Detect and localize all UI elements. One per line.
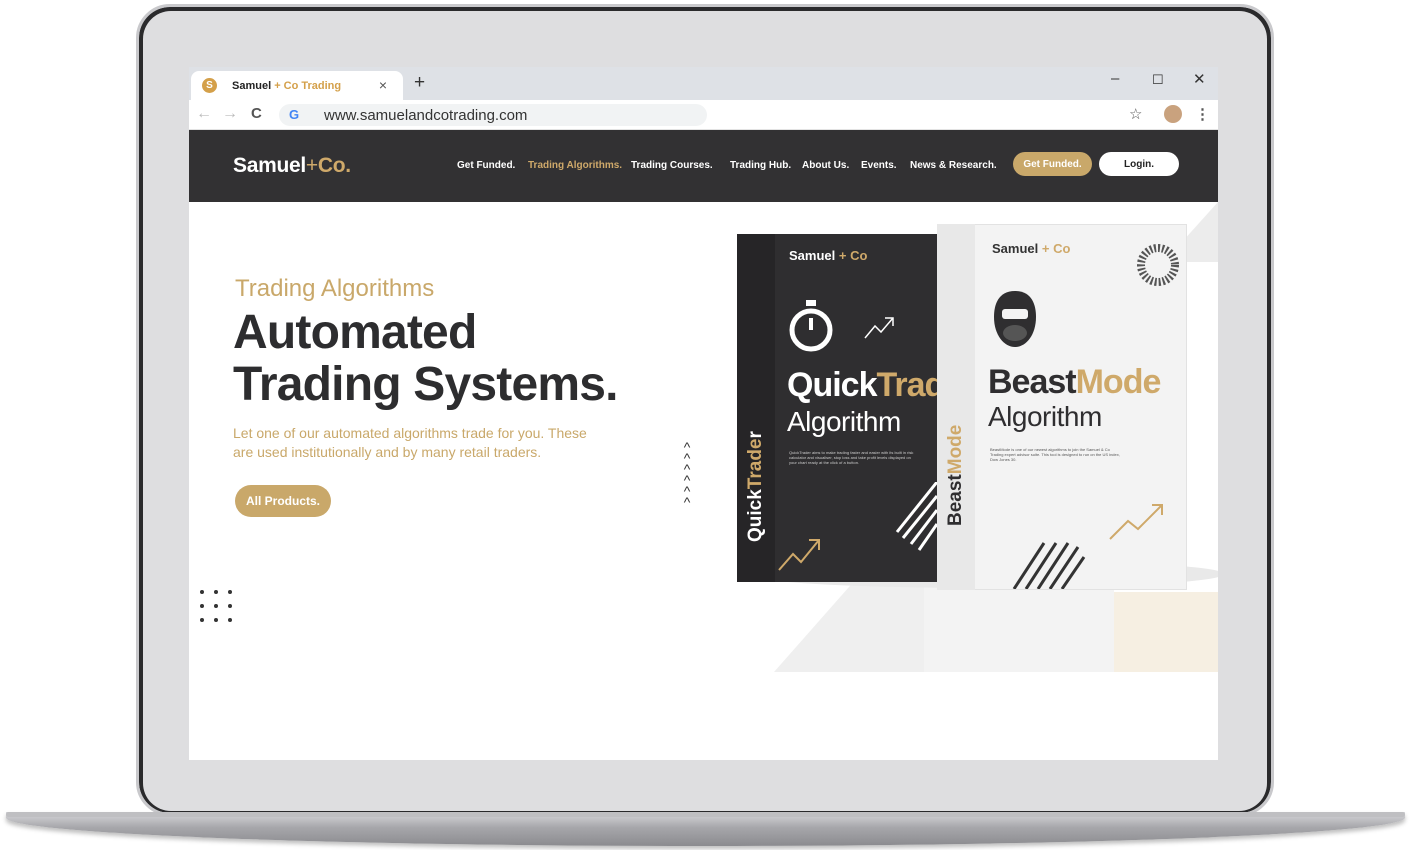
nav-get-funded[interactable]: Get Funded.: [457, 160, 515, 171]
maximize-button[interactable]: ☐: [1152, 72, 1164, 88]
nav-trading-courses[interactable]: Trading Courses.: [631, 160, 713, 171]
trend-up-icon: [864, 317, 894, 339]
bm-brand-main: Samuel: [992, 241, 1039, 256]
tab-samuel-co[interactable]: S Samuel + Co Trading ×: [191, 71, 403, 100]
forward-arrow-icon[interactable]: →: [222, 105, 238, 123]
hatched-ring-icon: [1137, 244, 1179, 286]
beastmode-spine: BeastMode: [937, 224, 975, 590]
gold-trend-icon: [1109, 504, 1163, 540]
browser-menu-icon[interactable]: ⋮: [1195, 105, 1210, 123]
quicktrader-description: QuickTrader aims to make trading faster …: [789, 450, 914, 465]
beastmode-brand: Samuel + Co: [992, 241, 1070, 256]
site-header: Samuel+Co. Get Funded. Trading Algorithm…: [189, 130, 1218, 202]
logo-plus: +: [305, 154, 318, 177]
qt-spine-accent: Trade: [745, 438, 766, 490]
profile-avatar[interactable]: [1164, 105, 1182, 123]
nav-news-research[interactable]: News & Research.: [910, 160, 997, 171]
laptop-base: [6, 812, 1405, 846]
google-icon: G: [289, 107, 300, 122]
nav-about-us[interactable]: About Us.: [802, 160, 849, 171]
qt-name-main: Quick: [787, 366, 877, 404]
browser-window: S Samuel + Co Trading × + – ☐ ✕ ← → C G …: [189, 67, 1218, 760]
beastmode-subtitle: Algorithm: [988, 401, 1102, 432]
qt-brand-main: Samuel: [789, 248, 836, 263]
bm-name-accent: Mode: [1075, 363, 1162, 401]
tab-title-accent: + Co Trading: [271, 79, 342, 92]
close-window-button[interactable]: ✕: [1193, 70, 1206, 88]
minimize-button[interactable]: –: [1111, 70, 1119, 87]
logo-accent: Co.: [317, 154, 351, 177]
gold-trend-icon: [778, 539, 820, 571]
beastmode-spine-text: BeastMode: [945, 425, 967, 526]
bm-brand-accent: + Co: [1041, 241, 1071, 256]
hero-section: Trading Algorithms Automated Trading Sys…: [189, 202, 1218, 760]
tab-title-main: Samuel: [232, 79, 272, 92]
hero-headline: Automated Trading Systems.: [233, 307, 618, 411]
nav-events[interactable]: Events.: [861, 160, 897, 171]
login-button[interactable]: Login.: [1099, 152, 1179, 176]
nav-trading-algorithms[interactable]: Trading Algorithms.: [528, 160, 622, 171]
dot-grid-icon: [200, 590, 236, 626]
nav-trading-hub[interactable]: Trading Hub.: [730, 160, 791, 171]
hero-subtext: Let one of our automated algorithms trad…: [233, 425, 587, 460]
beastmode-name: BeastMode: [988, 363, 1162, 402]
beastmode-description: BeastMode is one of our newest algorithm…: [990, 447, 1120, 462]
url-text[interactable]: www.samuelandcotrading.com: [324, 107, 527, 124]
logo-main: Samuel: [233, 154, 306, 177]
qt-spine-main: Quick: [745, 489, 766, 542]
stopwatch-icon: [789, 300, 833, 352]
qt-brand-accent: + Co: [838, 248, 868, 263]
chevron-up-icon: ^ ^ ^ ^ ^ ^: [683, 439, 691, 510]
bm-name-main: Beast: [988, 363, 1077, 401]
headline-line-2: Trading Systems.: [233, 358, 618, 411]
browser-toolbar: ← → C G www.samuelandcotrading.com ☆ ⋮: [189, 100, 1218, 130]
headline-line-1: Automated: [233, 306, 477, 359]
quicktrader-spine-text: QuickTrader: [745, 431, 766, 542]
site-logo[interactable]: Samuel+Co.: [233, 154, 351, 178]
new-tab-button[interactable]: +: [414, 72, 425, 94]
quicktrader-spine: QuickTrader: [737, 234, 775, 582]
bookmark-star-icon[interactable]: ☆: [1129, 105, 1142, 123]
get-funded-button[interactable]: Get Funded.: [1013, 152, 1092, 176]
favicon-icon: S: [202, 78, 217, 93]
quicktrader-subtitle: Algorithm: [787, 406, 901, 437]
laptop-hinge: [6, 812, 1405, 817]
tab-bar: S Samuel + Co Trading × + – ☐ ✕: [189, 67, 1218, 100]
hatched-circle-icon: [895, 482, 937, 551]
address-bar[interactable]: G www.samuelandcotrading.com: [279, 104, 707, 126]
quicktrader-name: QuickTrade: [787, 366, 963, 405]
laptop-mockup: S Samuel + Co Trading × + – ☐ ✕ ← → C G …: [0, 0, 1411, 850]
bm-spine-accent: Mode: [945, 424, 966, 475]
hatched-semicircle-icon: [1012, 542, 1086, 589]
all-products-button[interactable]: All Products.: [235, 485, 331, 517]
back-arrow-icon[interactable]: ←: [196, 105, 212, 123]
hero-eyebrow: Trading Algorithms: [235, 275, 435, 302]
reload-icon[interactable]: C: [251, 105, 262, 122]
close-tab-icon[interactable]: ×: [379, 77, 387, 93]
bm-spine-main: Beast: [945, 474, 966, 526]
quicktrader-brand: Samuel + Co: [789, 248, 867, 263]
gorilla-icon: [994, 291, 1036, 347]
tab-title: Samuel + Co Trading: [232, 80, 341, 92]
